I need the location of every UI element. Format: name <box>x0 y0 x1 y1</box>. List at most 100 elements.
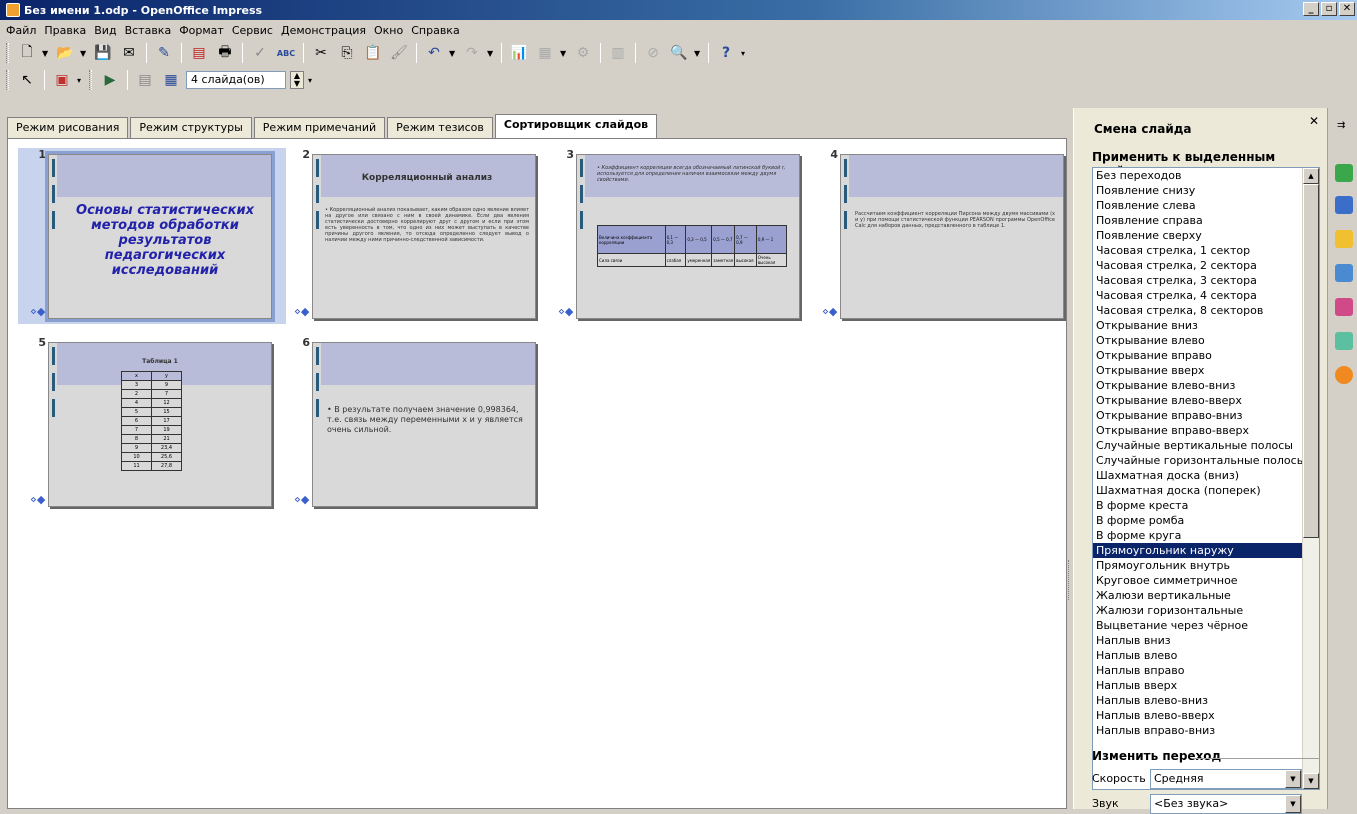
transition-list-item[interactable]: Жалюзи горизонтальные <box>1093 603 1302 618</box>
toolbar-options-icon[interactable]: ▾ <box>77 76 85 85</box>
tab-notes-view[interactable]: Режим примечаний <box>253 117 386 138</box>
master-pages-icon[interactable] <box>1335 164 1353 182</box>
redo-icon[interactable]: ↷ <box>461 42 483 64</box>
save-icon[interactable]: 💾 <box>92 42 114 64</box>
toolbar-grip[interactable] <box>89 70 92 90</box>
transition-list-item[interactable]: Наплыв влево-вверх <box>1093 708 1302 723</box>
transition-list-item[interactable]: Наплыв влево-вниз <box>1093 693 1302 708</box>
transition-list-item[interactable]: Открывание вправо-вниз <box>1093 408 1302 423</box>
scroll-down-icon[interactable]: ▼ <box>1303 773 1319 789</box>
slides-per-row-icon[interactable]: ▤ <box>134 69 156 91</box>
transition-list-item[interactable]: Наплыв вправо-вниз <box>1093 723 1302 738</box>
slide-thumbnail-4[interactable]: 4 Рассчитаем коэффициент корреляции Пирс… <box>810 148 1078 324</box>
tab-drawing-view[interactable]: Режим рисования <box>7 117 129 138</box>
copy-icon[interactable]: ⎘ <box>336 42 358 64</box>
zoom-icon[interactable]: 🔍 <box>668 42 690 64</box>
clone-format-icon[interactable]: 🖌 <box>388 42 410 64</box>
export-pdf-icon[interactable]: ▤ <box>188 42 210 64</box>
slide-show-start-icon[interactable]: ▶ <box>99 69 121 91</box>
transition-list-item[interactable]: Часовая стрелка, 4 сектора <box>1093 288 1302 303</box>
chevron-down-icon[interactable]: ▼ <box>42 49 50 58</box>
chevron-down-icon[interactable]: ▼ <box>560 49 568 58</box>
transition-effect-icon[interactable]: ⋄◆ <box>30 305 45 318</box>
transition-list-item[interactable]: Часовая стрелка, 8 секторов <box>1093 303 1302 318</box>
scroll-thumb[interactable] <box>1303 184 1319 538</box>
toolbar-options-icon[interactable]: ▾ <box>308 76 316 85</box>
transition-list-item[interactable]: Открывание влево <box>1093 333 1302 348</box>
slides-per-row-field[interactable]: 4 слайда(ов) <box>186 71 286 89</box>
speed-select[interactable]: Средняя ▼ <box>1150 769 1302 789</box>
print-icon[interactable]: 🖶 <box>214 42 236 64</box>
help-icon[interactable]: ? <box>715 42 737 64</box>
spellcheck-icon[interactable]: ✓ <box>249 42 271 64</box>
table-icon[interactable]: ▦ <box>534 42 556 64</box>
menu-edit[interactable]: Правка <box>44 24 92 37</box>
slide-transition-icon[interactable] <box>1335 264 1353 282</box>
transition-list-item[interactable]: Часовая стрелка, 2 сектора <box>1093 258 1302 273</box>
transition-list-item[interactable]: Наплыв вверх <box>1093 678 1302 693</box>
edit-file-icon[interactable]: ✎ <box>153 42 175 64</box>
transition-list-item[interactable]: Появление сверху <box>1093 228 1302 243</box>
transition-effect-icon[interactable]: ⋄◆ <box>294 493 309 506</box>
transition-effect-icon[interactable]: ⋄◆ <box>294 305 309 318</box>
transition-list-item[interactable]: Случайные вертикальные полосы <box>1093 438 1302 453</box>
undo-icon[interactable]: ↶ <box>423 42 445 64</box>
sound-select[interactable]: <Без звука> ▼ <box>1150 794 1302 814</box>
slide-thumbnail-1[interactable]: 1 Основы статистических методов обработк… <box>18 148 286 324</box>
close-button[interactable]: ✕ <box>1339 2 1355 16</box>
slides-per-row-spinner[interactable]: ▲ ▼ <box>290 71 304 89</box>
slide-thumbnail-5[interactable]: 5 Таблица 1 xy 39 27 4 12 5 15 6 17 7 19 8 21… <box>18 336 286 512</box>
toolbar-grip[interactable] <box>6 70 9 90</box>
transition-list-item[interactable]: В форме круга <box>1093 528 1302 543</box>
transition-effect-icon[interactable]: ⋄◆ <box>558 305 573 318</box>
scroll-up-icon[interactable]: ▲ <box>1303 168 1319 184</box>
grid-icon[interactable]: ▥ <box>607 42 629 64</box>
chevron-down-icon[interactable]: ▼ <box>449 49 457 58</box>
chevron-down-icon[interactable]: ▼ <box>1285 770 1301 788</box>
transition-list-item[interactable]: Часовая стрелка, 3 сектора <box>1093 273 1302 288</box>
menu-window[interactable]: Окно <box>374 24 409 37</box>
cut-icon[interactable]: ✂ <box>310 42 332 64</box>
transition-list-item[interactable]: Появление снизу <box>1093 183 1302 198</box>
slide-thumbnail-6[interactable]: 6 • В результате получаем значение 0,998… <box>282 336 550 512</box>
chevron-down-icon[interactable]: ▼ <box>1285 795 1301 813</box>
menu-format[interactable]: Формат <box>179 24 230 37</box>
transition-list-item[interactable]: Открывание вниз <box>1093 318 1302 333</box>
autospellcheck-icon[interactable]: ABC <box>275 42 297 64</box>
transition-list-item[interactable]: Появление слева <box>1093 198 1302 213</box>
minimize-button[interactable]: _ <box>1303 2 1319 16</box>
layouts-icon[interactable] <box>1335 196 1353 214</box>
menu-file[interactable]: Файл <box>6 24 42 37</box>
transition-list-item[interactable]: Круговое симметричное <box>1093 573 1302 588</box>
paste-icon[interactable]: 📋 <box>362 42 384 64</box>
transition-list-item[interactable]: Открывание вверх <box>1093 363 1302 378</box>
transition-list-item[interactable]: Появление справа <box>1093 213 1302 228</box>
transition-list-item[interactable]: В форме креста <box>1093 498 1302 513</box>
chart-icon[interactable]: 📊 <box>508 42 530 64</box>
slide-thumbnail-2[interactable]: 2 Корреляционный анализ • Корреляционный… <box>282 148 550 324</box>
email-icon[interactable]: ✉ <box>118 42 140 64</box>
transition-list-item[interactable]: Случайные горизонтальные полосы <box>1093 453 1305 468</box>
select-arrow-icon[interactable]: ↖ <box>16 69 38 91</box>
navigator-icon[interactable]: ⊘ <box>642 42 664 64</box>
impress-app-icon[interactable] <box>6 3 20 17</box>
menu-view[interactable]: Вид <box>94 24 122 37</box>
transition-list-item[interactable]: Шахматная доска (вниз) <box>1093 468 1302 483</box>
tab-outline-view[interactable]: Режим структуры <box>130 117 252 138</box>
transition-list-item[interactable]: Наплыв вниз <box>1093 633 1302 648</box>
toolbar-grip[interactable] <box>6 43 9 63</box>
gallery-icon[interactable]: ⚙ <box>572 42 594 64</box>
restore-button[interactable]: ▫ <box>1321 2 1337 16</box>
close-icon[interactable]: ✕ <box>1309 114 1319 128</box>
menu-help[interactable]: Справка <box>411 24 465 37</box>
open-folder-icon[interactable]: 📂 <box>54 42 76 64</box>
transition-list-item[interactable]: Открывание влево-вниз <box>1093 378 1302 393</box>
transition-list-item[interactable]: Шахматная доска (поперек) <box>1093 483 1302 498</box>
navigator-icon[interactable] <box>1335 366 1353 384</box>
slide-thumbnail-3[interactable]: 3 • Коэффициент корреляции всегда обозна… <box>546 148 814 324</box>
transition-list-item[interactable]: Без переходов <box>1093 168 1302 183</box>
transition-list-item[interactable]: Наплыв вправо <box>1093 663 1302 678</box>
new-document-icon[interactable]: 🗋 <box>16 42 38 64</box>
transition-list-item[interactable]: Жалюзи вертикальные <box>1093 588 1302 603</box>
transition-list-item[interactable]: Прямоугольник наружу <box>1093 543 1302 558</box>
